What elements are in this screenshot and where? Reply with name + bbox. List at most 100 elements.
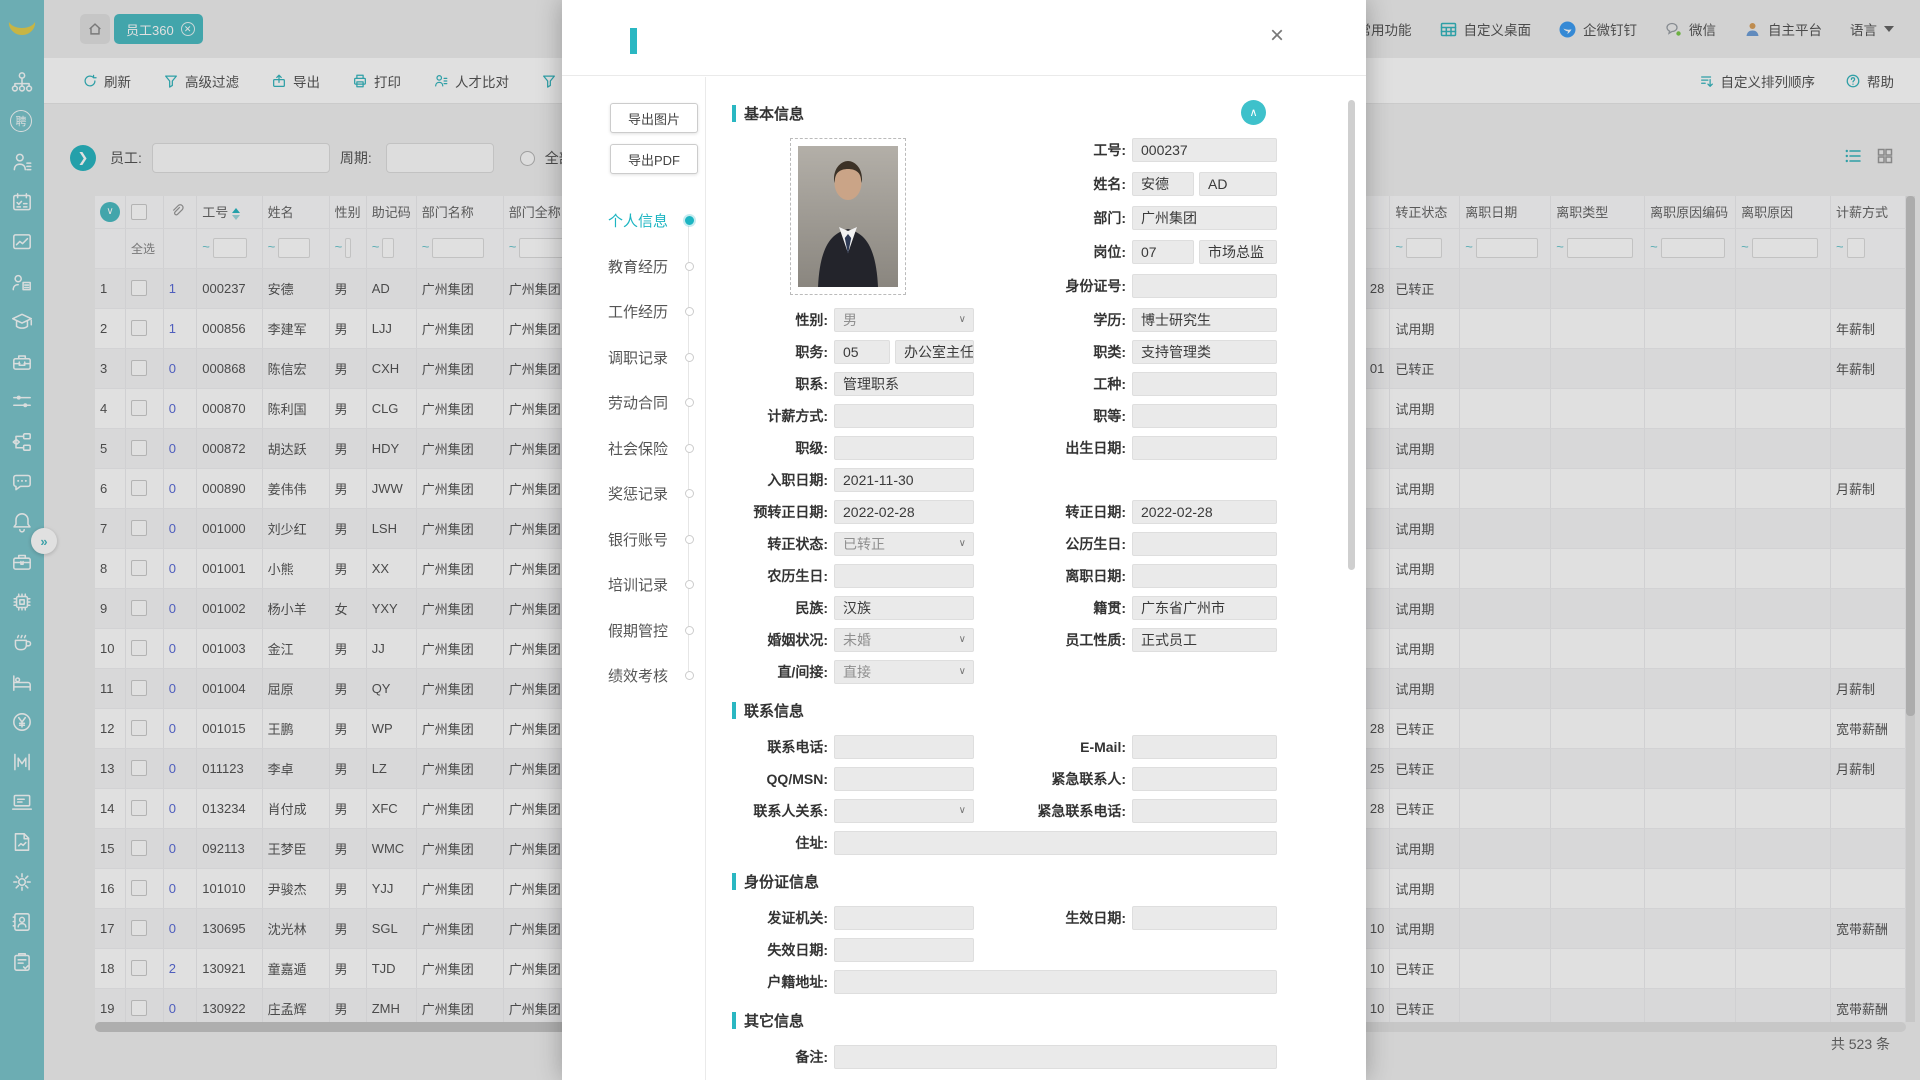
empnature-field[interactable]: 正式员工	[1132, 628, 1277, 652]
modal-close-icon[interactable]: ×	[1270, 24, 1284, 48]
leavedate-field[interactable]	[1132, 564, 1277, 588]
emergency-phone-field[interactable]	[1132, 799, 1277, 823]
export-image-button[interactable]: 导出图片	[610, 103, 698, 133]
jobfamily-field[interactable]: 管理职系	[834, 372, 974, 396]
paymethod-field[interactable]	[834, 404, 974, 428]
edu-field[interactable]: 博士研究生	[1132, 308, 1277, 332]
dept-field[interactable]: 广州集团	[1132, 206, 1277, 230]
name-en-field[interactable]: AD	[1199, 172, 1277, 196]
nav-step-dot	[685, 307, 694, 316]
name-field[interactable]: 安德	[1132, 172, 1194, 196]
modal-nav-item[interactable]: 劳动合同	[562, 380, 705, 426]
regulardate-field[interactable]: 2022-02-28	[1132, 500, 1277, 524]
collapse-section-icon[interactable]: ∧	[1241, 100, 1266, 125]
leavedate-label: 离职日期:	[1014, 566, 1126, 586]
grade-field[interactable]	[1132, 404, 1277, 428]
emergency-contact-field[interactable]	[1132, 767, 1277, 791]
section-other-info: 其它信息	[732, 1010, 1296, 1031]
preregular-label: 预转正日期:	[732, 502, 828, 522]
app-screen: 聘 » 员工360✕ 常用功能 自定义桌面 企微钉钉 微信	[0, 0, 1920, 1080]
address-label: 住址:	[732, 833, 828, 853]
hiredate-label: 入职日期:	[732, 470, 828, 490]
modal-nav-item[interactable]: 教育经历	[562, 244, 705, 290]
ethnic-label: 民族:	[732, 598, 828, 618]
nav-step-dot	[685, 444, 694, 453]
idno-label: 身份证号:	[1014, 276, 1126, 296]
modal-title-accent-bar	[630, 28, 637, 54]
export-pdf-button[interactable]: 导出PDF	[610, 144, 698, 174]
phone-label: 联系电话:	[732, 737, 828, 757]
direct-select[interactable]: 直接∨	[834, 660, 974, 684]
nav-step-dot	[685, 353, 694, 362]
modal-nav-item[interactable]: 假期管控	[562, 608, 705, 654]
emergency-phone-label: 紧急联系电话:	[1014, 801, 1126, 821]
effective-date-label: 生效日期:	[1014, 908, 1126, 928]
address-field[interactable]	[834, 831, 1277, 855]
modal-nav-item[interactable]: 个人信息	[562, 198, 705, 244]
email-label: E-Mail:	[1014, 739, 1126, 755]
contact-relation-label: 联系人关系:	[732, 801, 828, 821]
duty-name-field[interactable]: 办公室主任	[895, 340, 974, 364]
regularstatus-label: 转正状态:	[732, 534, 828, 554]
modal-nav-item[interactable]: 绩效考核	[562, 653, 705, 699]
nav-step-dot	[685, 398, 694, 407]
modal-nav-item[interactable]: 奖惩记录	[562, 471, 705, 517]
email-field[interactable]	[1132, 735, 1277, 759]
modal-nav-item[interactable]: 调职记录	[562, 335, 705, 381]
employee-detail-modal: × 导出图片 导出PDF 个人信息 教育经历	[562, 0, 1366, 1080]
qq-field[interactable]	[834, 767, 974, 791]
empno-label: 工号:	[1014, 140, 1126, 160]
idno-field[interactable]	[1132, 274, 1277, 298]
modal-nav-item[interactable]: 银行账号	[562, 517, 705, 563]
section-contact-info: 联系信息	[732, 700, 1296, 721]
issue-org-field[interactable]	[834, 906, 974, 930]
empnature-label: 员工性质:	[1014, 630, 1126, 650]
marital-select[interactable]: 未婚∨	[834, 628, 974, 652]
modal-nav-item[interactable]: 社会保险	[562, 426, 705, 472]
duty-code-field[interactable]: 05	[834, 340, 890, 364]
modal-body: 基本信息 ∧	[706, 77, 1366, 1080]
contact-relation-select[interactable]: ∨	[834, 799, 974, 823]
remark-label: 备注:	[732, 1047, 828, 1067]
gender-select[interactable]: 男∨	[834, 308, 974, 332]
modal-nav-item[interactable]: 培训记录	[562, 562, 705, 608]
preregular-field[interactable]: 2022-02-28	[834, 500, 974, 524]
household-address-field[interactable]	[834, 970, 1277, 994]
duty-label: 职务:	[732, 342, 828, 362]
nav-step-dot	[685, 262, 694, 271]
modal-nav-list: 个人信息 教育经历 工作经历 调职记录	[562, 198, 705, 699]
jobclass-field[interactable]: 支持管理类	[1132, 340, 1277, 364]
phone-field[interactable]	[834, 735, 974, 759]
empno-field[interactable]: 000237	[1132, 138, 1277, 162]
grade-label: 职等:	[1014, 406, 1126, 426]
post-code-field[interactable]: 07	[1132, 240, 1194, 264]
post-label: 岗位:	[1014, 242, 1126, 262]
nativeplace-label: 籍贯:	[1014, 598, 1126, 618]
effective-date-field[interactable]	[1132, 906, 1277, 930]
issue-org-label: 发证机关:	[732, 908, 828, 928]
section-basic-info: 基本信息 ∧	[732, 103, 1296, 124]
birthdate-field[interactable]	[1132, 436, 1277, 460]
nav-step-dot	[685, 580, 694, 589]
nativeplace-field[interactable]: 广东省广州市	[1132, 596, 1277, 620]
regularstatus-select[interactable]: 已转正∨	[834, 532, 974, 556]
gender-label: 性别:	[732, 310, 828, 330]
nav-step-dot	[685, 671, 694, 680]
rank-field[interactable]	[834, 436, 974, 460]
expire-date-field[interactable]	[834, 938, 974, 962]
worktype-field[interactable]	[1132, 372, 1277, 396]
post-name-field[interactable]: 市场总监	[1199, 240, 1277, 264]
emergency-contact-label: 紧急联系人:	[1014, 769, 1126, 789]
ethnic-field[interactable]: 汉族	[834, 596, 974, 620]
hiredate-field[interactable]: 2021-11-30	[834, 468, 974, 492]
jobfamily-label: 职系:	[732, 374, 828, 394]
solarbirthday-field[interactable]	[1132, 532, 1277, 556]
nav-step-dot	[685, 535, 694, 544]
modal-header: ×	[562, 0, 1366, 76]
modal-nav-item[interactable]: 工作经历	[562, 289, 705, 335]
lunarbirthday-field[interactable]	[834, 564, 974, 588]
remark-field[interactable]	[834, 1045, 1277, 1069]
employee-photo[interactable]	[790, 138, 906, 295]
modal-scrollbar-thumb[interactable]	[1348, 100, 1355, 570]
direct-label: 直/间接:	[732, 662, 828, 682]
